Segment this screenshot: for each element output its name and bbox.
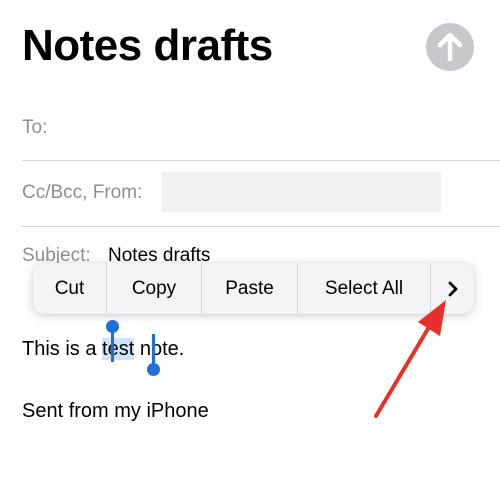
select-all-menu-item[interactable]: Select All xyxy=(298,263,431,314)
cc-bcc-from-label: Cc/Bcc, From: xyxy=(22,182,143,203)
selection-end-handle[interactable] xyxy=(152,334,155,366)
selected-text[interactable]: test xyxy=(102,338,135,360)
body-text-before: This is a xyxy=(22,338,103,360)
divider xyxy=(22,160,500,161)
more-options-button[interactable] xyxy=(431,263,474,314)
to-label: To: xyxy=(22,117,48,138)
chevron-right-icon xyxy=(448,281,457,296)
send-button[interactable] xyxy=(426,23,474,71)
copy-menu-item[interactable]: Copy xyxy=(107,263,202,314)
signature-text: Sent from my iPhone xyxy=(22,400,209,422)
selection-start-knob[interactable] xyxy=(106,320,119,333)
cut-menu-item[interactable]: Cut xyxy=(33,263,107,314)
selection-end-knob[interactable] xyxy=(147,363,160,376)
edit-menu: Cut Copy Paste Select All xyxy=(33,263,474,314)
selection-start-handle[interactable] xyxy=(111,330,114,362)
from-field[interactable] xyxy=(162,172,441,212)
paste-menu-item[interactable]: Paste xyxy=(202,263,298,314)
arrow-up-icon xyxy=(437,32,463,62)
page-title: Notes drafts xyxy=(22,21,273,70)
divider xyxy=(22,226,500,227)
body-text-after: note. xyxy=(134,338,185,360)
message-body-line[interactable]: This is a test note. xyxy=(22,338,184,361)
